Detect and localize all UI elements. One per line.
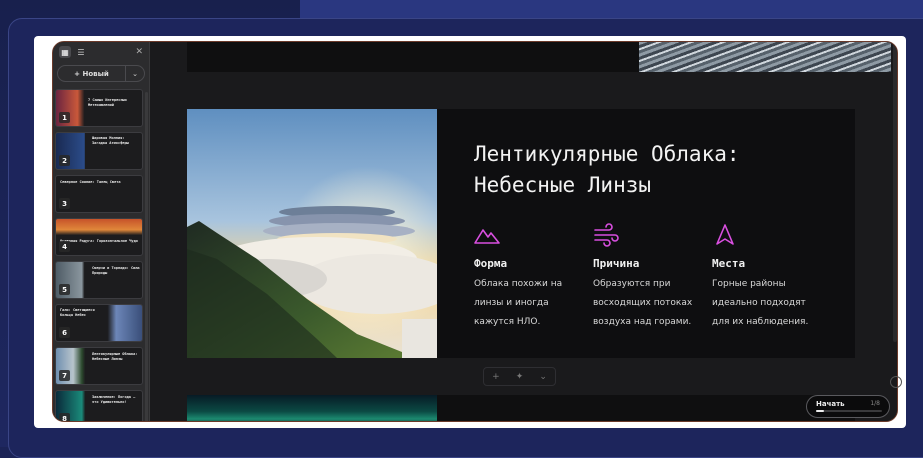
thumb-number: 2 (59, 155, 70, 166)
next-slide-image (187, 395, 437, 421)
slide-columns: Форма Облака похожи на линзы и иногда ка… (474, 223, 834, 332)
thumb-title: Смерчи и Торнадо: Сила Природы (92, 266, 140, 275)
slide-thumbnail-2[interactable]: Шаровая Молния: Загадка Атмосферы 2 (55, 132, 143, 170)
column-text-line: восходящих потоках (593, 298, 693, 308)
progress-fill (816, 410, 825, 412)
current-slide[interactable]: Лентикулярные Облака: Небесные Линзы Фор… (187, 109, 855, 358)
thumb-number: 8 (59, 413, 70, 421)
thumb-number: 4 (59, 241, 70, 252)
presentation-window: ▦ ☰ ✕ + Новый ⌄ 7 Самых Интересных Метео… (52, 41, 898, 422)
start-label: Начать (816, 400, 845, 408)
slide-thumbnail-5[interactable]: Смерчи и Торнадо: Сила Природы 5 (55, 261, 143, 299)
column-text-line: Горные районы (712, 279, 786, 289)
thumb-title: Северное Сияние: Танец Света (60, 180, 121, 184)
column-text-line: кажутся НЛО. (474, 317, 541, 327)
start-presentation-button[interactable]: Начать 1/8 (806, 395, 890, 418)
column-heading: Форма (474, 257, 508, 270)
new-slide-label: + Новый (74, 69, 109, 78)
thumb-number: 6 (59, 327, 70, 338)
grid-view-icon[interactable]: ▦ (59, 46, 71, 58)
column-text: Горные районы идеально подходят для их н… (712, 275, 831, 332)
chevron-down-icon[interactable]: ⌄ (126, 70, 144, 78)
navigation-arrow-icon (712, 223, 831, 249)
column-heading: Места (712, 257, 746, 270)
slides-sidebar: ▦ ☰ ✕ + Новый ⌄ 7 Самых Интересных Метео… (53, 42, 150, 421)
close-icon[interactable]: ✕ (135, 47, 143, 57)
thumb-title: Гало: Светящиеся Кольца Небес (60, 308, 95, 317)
slide-counter: 1/8 (870, 400, 880, 407)
column-form[interactable]: Форма Облака похожи на линзы и иногда ка… (474, 223, 593, 332)
slide-title-line-2: Небесные Линзы (474, 173, 652, 197)
list-view-icon[interactable]: ☰ (75, 46, 87, 58)
column-text-line: Облака похожи на (474, 279, 563, 289)
slide-content: Лентикулярные Облака: Небесные Линзы Фор… (474, 139, 834, 332)
new-slide-button[interactable]: + Новый ⌄ (57, 65, 145, 82)
thumb-title: Шаровая Молния: Загадка Атмосферы (92, 136, 129, 145)
slide-thumbnails: 7 Самых Интересных Метеоявлений 1 Шарова… (55, 89, 143, 421)
canvas-scrollbar[interactable] (893, 42, 897, 342)
column-text: Образуются при восходящих потоках воздух… (593, 275, 712, 332)
add-slide-button[interactable]: + (484, 372, 508, 382)
slide-thumbnail-6[interactable]: Гало: Светящиеся Кольца Небес 6 (55, 304, 143, 342)
previous-slide[interactable] (187, 42, 891, 72)
slide-title-line-1: Лентикулярные Облака: (474, 142, 740, 166)
lenticular-cloud-image (187, 109, 437, 358)
column-text-line: для их наблюдения. (712, 317, 809, 327)
slide-canvas: Лентикулярные Облака: Небесные Линзы Фор… (151, 42, 897, 421)
ai-sparkle-icon[interactable]: ✦ (508, 372, 532, 382)
thumb-number: 3 (59, 198, 70, 209)
thumb-title: Огненная Радуга: Горизонтальное Чудо (60, 239, 138, 243)
column-text-line: идеально подходят (712, 298, 806, 308)
thumb-title: 7 Самых Интересных Метеоявлений (88, 98, 127, 107)
column-text-line: воздуха над горами. (593, 317, 692, 327)
column-heading: Причина (593, 257, 640, 270)
thumb-title: Заключение: Погода — это Удивительно! (92, 395, 136, 404)
slide-thumbnail-3[interactable]: Северное Сияние: Танец Света 3 (55, 175, 143, 213)
column-text: Облака похожи на линзы и иногда кажутся … (474, 275, 593, 332)
scroll-knob[interactable] (890, 376, 902, 388)
mountain-icon (474, 223, 593, 249)
next-slide[interactable] (187, 395, 855, 421)
column-places[interactable]: Места Горные районы идеально подходят дл… (712, 223, 831, 332)
slide-toolbar: + ✦ ⌄ (483, 367, 556, 386)
thumb-number: 1 (59, 112, 70, 123)
slide-thumbnail-4[interactable]: Огненная Радуга: Горизонтальное Чудо 4 (55, 218, 143, 256)
thumb-title: Лентикулярные Облака: Небесные Линзы (92, 352, 138, 361)
thumb-number: 7 (59, 370, 70, 381)
previous-slide-image (639, 42, 891, 72)
wind-icon (593, 223, 712, 249)
slide-thumbnail-7[interactable]: Лентикулярные Облака: Небесные Линзы 7 (55, 347, 143, 385)
progress-bar (816, 410, 882, 412)
sidebar-scrollbar[interactable] (145, 92, 148, 421)
slide-thumbnail-8[interactable]: Заключение: Погода — это Удивительно! 8 (55, 390, 143, 421)
slide-thumbnail-1[interactable]: 7 Самых Интересных Метеоявлений 1 (55, 89, 143, 127)
slide-title[interactable]: Лентикулярные Облака: Небесные Линзы (474, 139, 834, 201)
chevron-down-icon[interactable]: ⌄ (531, 372, 555, 382)
thumb-number: 5 (59, 284, 70, 295)
column-cause[interactable]: Причина Образуются при восходящих потока… (593, 223, 712, 332)
column-text-line: линзы и иногда (474, 298, 549, 308)
column-text-line: Образуются при (593, 279, 671, 289)
